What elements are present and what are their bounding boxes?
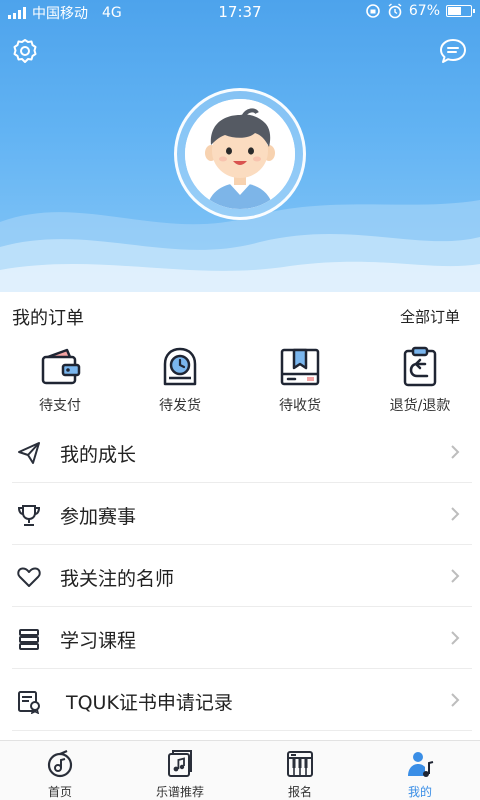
order-pending-receipt[interactable]: 待收货	[240, 340, 360, 420]
menu-item-followed-teachers[interactable]: 我关注的名师	[0, 545, 480, 607]
battery-percent: 67%	[408, 3, 440, 19]
all-orders-link[interactable]: 全部订单	[400, 306, 460, 327]
wallet-icon	[41, 348, 81, 385]
order-status-row: 待支付 待发货 待收货 退货/退款	[0, 340, 480, 420]
menu-item-label: 学习课程	[60, 630, 137, 652]
tab-home[interactable]: 首页	[0, 741, 120, 800]
clock-box-icon	[163, 347, 197, 386]
menu-item-label: 我的成长	[60, 444, 137, 466]
order-label: 待发货	[159, 398, 201, 414]
order-pending-shipment[interactable]: 待发货	[120, 340, 240, 420]
alarm-icon	[388, 3, 402, 19]
orders-title: 我的订单	[12, 308, 84, 329]
piano-icon	[287, 751, 313, 777]
tab-mine[interactable]: 我的	[360, 741, 480, 800]
tab-label: 我的	[407, 785, 432, 799]
menu-item-label: TQUK证书申请记录	[66, 692, 233, 714]
return-clipboard-icon	[403, 346, 437, 387]
certificate-icon	[18, 691, 40, 714]
order-label: 退货/退款	[389, 398, 451, 414]
lock-rotation-icon	[366, 4, 380, 18]
chevron-right-icon	[451, 693, 460, 707]
menu-item-tquk-certificate[interactable]: TQUK证书申请记录	[0, 669, 480, 731]
status-bar: 中国移动 4G 17:37 67%	[0, 0, 480, 24]
bottom-tab-bar: 首页 乐谱推荐 报名 我的	[0, 740, 480, 800]
music-disc-icon	[47, 749, 73, 778]
profile-header: 中国移动 4G 17:37 67%	[0, 0, 480, 292]
orders-header: 我的订单 全部订单	[0, 292, 480, 338]
paper-plane-icon	[18, 442, 40, 464]
avatar[interactable]	[185, 99, 295, 209]
sheet-music-icon	[168, 750, 192, 777]
menu-list: 我的成长 参加赛事 我关注的名师 学习课程 TQUK证书申请记录	[0, 421, 480, 731]
tab-label: 报名	[287, 785, 312, 799]
tab-label: 首页	[47, 785, 72, 799]
tab-label: 乐谱推荐	[155, 785, 204, 799]
order-pending-payment[interactable]: 待支付	[0, 340, 120, 420]
order-label: 待收货	[279, 398, 321, 414]
chevron-right-icon	[451, 507, 460, 521]
order-returns[interactable]: 退货/退款	[360, 340, 480, 420]
trophy-icon	[17, 505, 41, 526]
menu-item-label: 我关注的名师	[60, 568, 175, 590]
menu-item-competitions[interactable]: 参加赛事	[0, 483, 480, 545]
book-stack-icon	[19, 629, 39, 650]
settings-icon	[13, 39, 37, 63]
menu-item-label: 参加赛事	[60, 506, 137, 528]
heart-icon	[17, 567, 41, 587]
profile-music-icon	[408, 752, 434, 777]
menu-item-growth[interactable]: 我的成长	[0, 421, 480, 483]
avatar-ring[interactable]	[174, 88, 306, 220]
tab-sheet-music[interactable]: 乐谱推荐	[120, 741, 240, 800]
order-label: 待支付	[39, 398, 81, 414]
package-icon	[280, 348, 320, 386]
menu-item-courses[interactable]: 学习课程	[0, 607, 480, 669]
settings-button[interactable]	[10, 36, 40, 66]
chevron-right-icon	[451, 569, 460, 583]
messages-button[interactable]	[438, 36, 468, 66]
chevron-right-icon	[451, 631, 460, 645]
chevron-right-icon	[451, 445, 460, 459]
message-bubble-icon	[440, 39, 466, 63]
boy-avatar-icon	[185, 99, 295, 209]
tab-register[interactable]: 报名	[240, 741, 360, 800]
battery-icon	[446, 5, 475, 17]
